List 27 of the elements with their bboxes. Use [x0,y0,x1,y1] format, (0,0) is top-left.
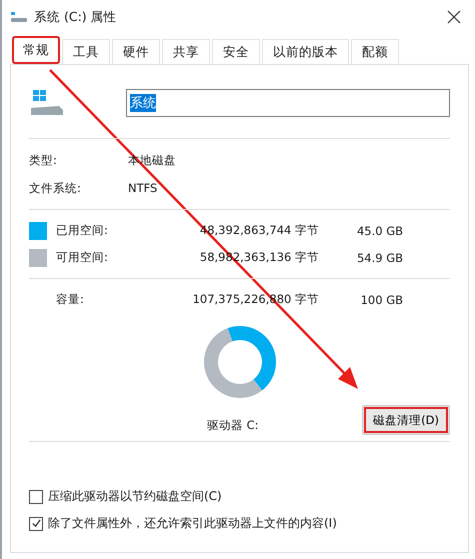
disk-cleanup-button[interactable]: 磁盘清理(D) [362,405,450,435]
drive-icon [10,10,28,24]
info-label: 类型: [29,152,58,168]
tab[interactable]: 安全 [212,39,260,64]
option-label: 压缩此驱动器以节约磁盘空间(C) [48,488,222,505]
space-size: 45.0 GB [356,224,403,238]
drive-label: 驱动器 C: [207,418,259,433]
name-field[interactable]: 系统 [126,89,450,117]
drive-icon [29,88,65,118]
tab[interactable]: 硬件 [112,39,160,64]
close-icon[interactable] [447,10,461,24]
space-label: 可用空间: [56,250,109,265]
info-label: 文件系统: [29,180,82,196]
capacity-label: 容量: [56,292,85,307]
tab[interactable]: 以前的版本 [262,39,349,64]
tab[interactable]: 工具 [62,39,110,64]
window-title: 系统 (C:) 属性 [34,8,117,26]
checkbox[interactable] [29,490,43,504]
checkbox[interactable] [29,516,43,530]
tab[interactable]: 共享 [162,39,210,64]
info-value: NTFS [128,181,158,195]
tab[interactable]: 常规 [12,36,60,64]
capacity-size: 100 GB [360,292,403,306]
option-label: 除了文件属性外，还允许索引此驱动器上文件的内容(I) [48,515,337,532]
space-size: 54.9 GB [356,250,403,264]
space-label: 已用空间: [56,223,109,238]
tab[interactable]: 配额 [351,39,399,64]
